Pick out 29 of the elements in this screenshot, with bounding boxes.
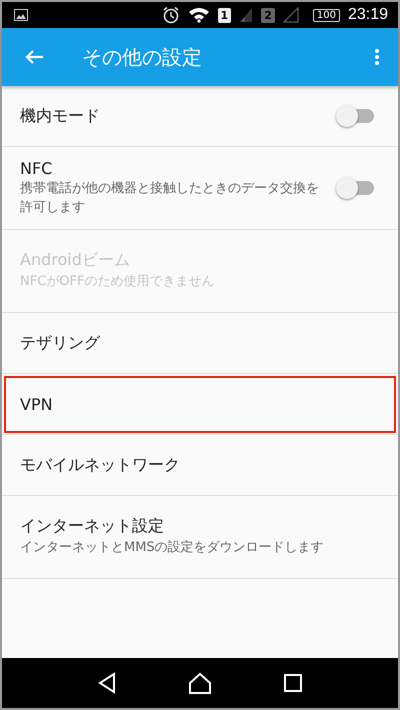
signal-icon <box>239 7 254 23</box>
wifi-icon <box>188 6 210 24</box>
item-title: 機内モード <box>20 106 101 126</box>
settings-item[interactable]: NFC 携帯電話が他の機器と接触したときのデータ交換を許可します <box>2 147 398 230</box>
item-title: NFC <box>20 159 54 178</box>
item-title: テザリング <box>20 332 102 354</box>
item-summary: インターネットとMMSの設定をダウンロードします <box>20 539 325 558</box>
clock-time: 23:19 <box>348 6 388 24</box>
recent-apps-icon[interactable] <box>282 673 303 693</box>
sim-badge: 1 <box>218 8 232 22</box>
item-title: インターネット設定 <box>20 516 165 538</box>
item-title: VPN <box>20 394 54 414</box>
battery-level: 100 <box>312 8 340 22</box>
screen-title: その他の設定 <box>82 44 203 70</box>
back-arrow-icon[interactable] <box>24 49 44 65</box>
item-title: モバイルネットワーク <box>20 454 181 476</box>
settings-item[interactable]: インターネット設定 インターネットとMMSの設定をダウンロードします <box>2 496 398 579</box>
alarm-icon <box>162 6 180 24</box>
item-summary: 携帯電話が他の機器と接触したときのデータ交換を許可します <box>20 180 320 216</box>
settings-item[interactable]: テザリング <box>2 313 398 374</box>
image-icon <box>14 9 28 21</box>
back-icon[interactable] <box>97 672 118 694</box>
settings-item[interactable]: 機内モード <box>2 86 398 147</box>
overflow-menu-icon[interactable] <box>374 48 380 66</box>
settings-item[interactable]: VPN <box>2 374 398 435</box>
home-icon[interactable] <box>188 672 212 694</box>
signal-icon <box>282 7 299 23</box>
sim-badge: 2 <box>261 8 275 22</box>
settings-item[interactable]: モバイルネットワーク <box>2 435 398 496</box>
